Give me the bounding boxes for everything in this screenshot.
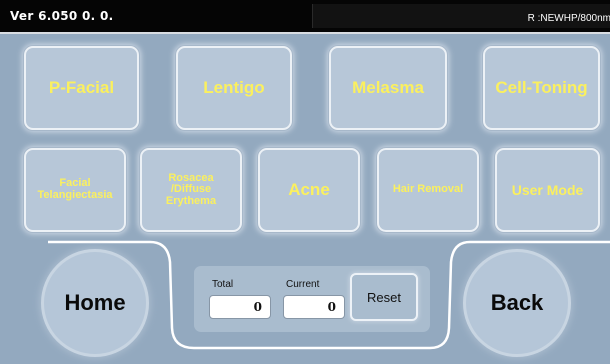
reset-button[interactable]: Reset — [350, 273, 418, 321]
total-count-field: 0 — [209, 295, 271, 319]
back-label: Back — [490, 290, 544, 315]
current-count-field: 0 — [283, 295, 345, 319]
back-button[interactable]: Back — [466, 252, 568, 354]
total-label: Total — [212, 279, 234, 290]
home-button[interactable]: Home — [44, 252, 146, 354]
current-label: Current — [286, 279, 320, 290]
home-label: Home — [64, 290, 126, 315]
shot-counter-panel: Total 0 Current 0 Reset — [194, 266, 430, 332]
reset-label: Reset — [367, 289, 401, 305]
